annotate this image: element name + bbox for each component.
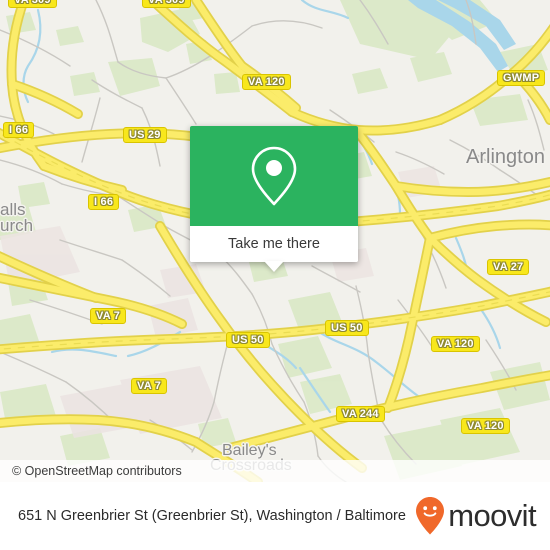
- take-me-there-label: Take me there: [228, 236, 320, 252]
- road-shield-va-120-top: VA 120: [242, 74, 291, 90]
- osm-attribution-bar: © OpenStreetMap contributors: [0, 460, 550, 482]
- road-shield-i-66-left-lower: I 66: [88, 194, 120, 210]
- map-canvas[interactable]: Arlington alls urch Bailey's Crossroads …: [0, 0, 550, 482]
- moovit-logo[interactable]: moovit: [415, 496, 537, 536]
- road-shield-va-120-mid: VA 120: [431, 336, 480, 352]
- road-shield-va-309-top-left: VA 309: [8, 0, 57, 8]
- moovit-wordmark: moovit: [448, 498, 536, 533]
- road-shield-us-50-right: US 50: [325, 320, 369, 336]
- footer-bar: 651 N Greenbrier St (Greenbrier St), Was…: [0, 482, 550, 550]
- road-shield-va-7-lower: VA 7: [131, 378, 168, 394]
- road-shield-us-50-left: US 50: [226, 332, 270, 348]
- popup-header: [190, 126, 358, 226]
- address-text: 651 N Greenbrier St (Greenbrier St), Was…: [18, 507, 406, 524]
- road-shield-va-309-top-mid: VA 309: [142, 0, 191, 8]
- osm-attribution-text[interactable]: © OpenStreetMap contributors: [12, 464, 182, 478]
- popup-tail-pointer: [264, 261, 284, 272]
- road-shield-va-120-bottom: VA 120: [461, 418, 510, 434]
- map-popup-card[interactable]: Take me there: [190, 126, 358, 272]
- location-pin-icon: [249, 145, 299, 207]
- road-shield-va-7-upper: VA 7: [90, 308, 127, 324]
- road-shield-va-27: VA 27: [487, 259, 530, 275]
- map-screenshot-root: Arlington alls urch Bailey's Crossroads …: [0, 0, 550, 550]
- road-shield-va-244: VA 244: [336, 406, 385, 422]
- road-shield-i-66-left-upper: I 66: [3, 122, 35, 138]
- popup-action-row[interactable]: Take me there: [190, 226, 358, 262]
- road-shield-us-29: US 29: [123, 127, 167, 143]
- moovit-smiley-pin-icon: [415, 496, 445, 536]
- road-shield-gwmp: GWMP: [497, 70, 546, 86]
